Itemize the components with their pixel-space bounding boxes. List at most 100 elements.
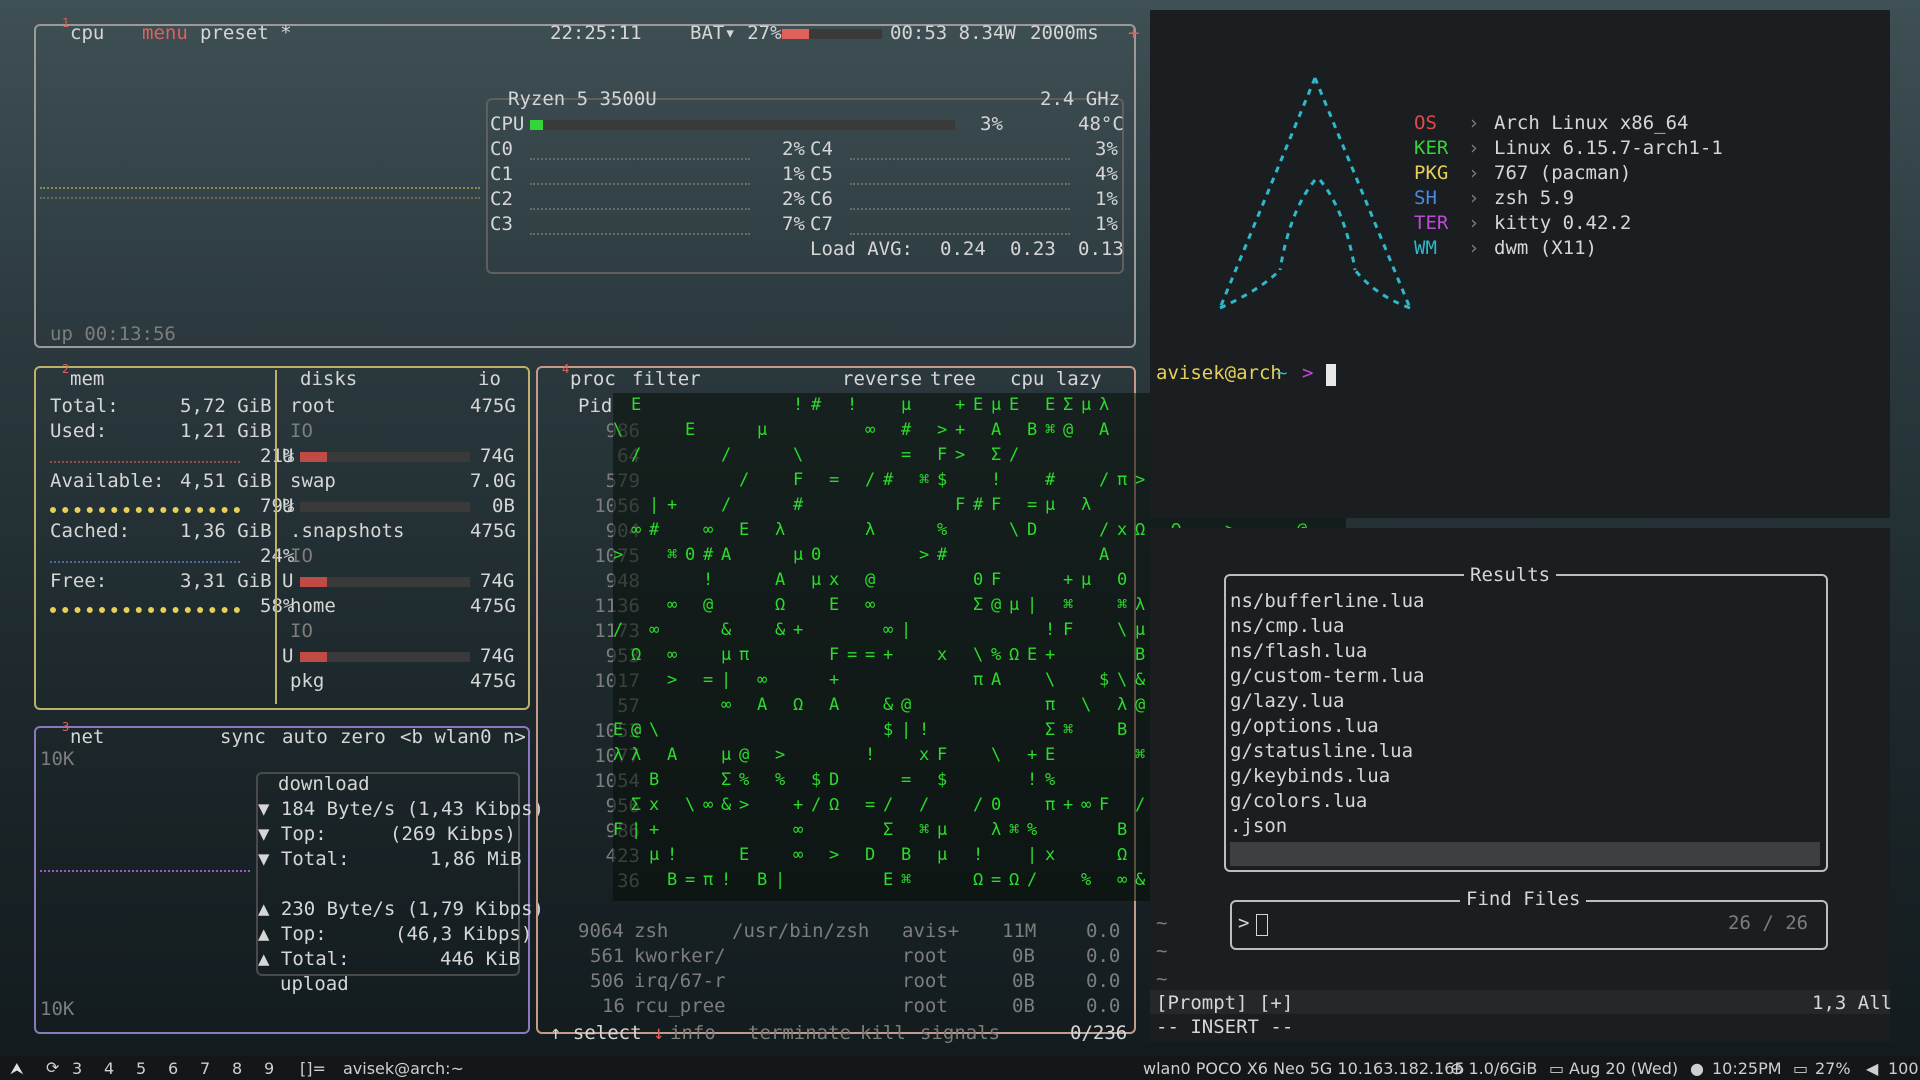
result-item[interactable]: g/colors.lua — [1230, 790, 1367, 812]
result-item[interactable]: g/lazy.lua — [1230, 690, 1344, 712]
arch-icon[interactable]: ⮝ — [10, 1059, 24, 1079]
cpu-total-pct: 3% — [980, 113, 1003, 135]
date[interactable]: Aug 20 (Wed) — [1569, 1059, 1678, 1078]
proc-row-name: kworker/ — [634, 945, 726, 967]
core-name: C0 — [490, 138, 513, 160]
matrix-column: # ∞ + & $ / Σ E — [883, 470, 894, 890]
disk-home-used: 74G — [480, 645, 515, 667]
proc-count: 0/236 — [1070, 1022, 1128, 1044]
fetch-sh-label: SH — [1414, 187, 1437, 209]
matrix-column: Σ @ + ⌘ F ⌘ + — [1063, 395, 1074, 815]
proc-tree-button[interactable]: tree — [930, 368, 976, 390]
upload-total-label: Total: — [280, 948, 350, 970]
net-auto-button[interactable]: auto — [282, 726, 328, 748]
result-item[interactable]: .json — [1230, 815, 1287, 837]
net-zero-button[interactable]: zero — [340, 726, 386, 748]
preset-button[interactable]: preset * — [200, 22, 292, 44]
result-item[interactable]: g/options.lua — [1230, 715, 1379, 737]
disks-title[interactable]: disks — [300, 368, 357, 390]
io-title[interactable]: io — [478, 368, 501, 390]
results-selection[interactable] — [1230, 842, 1820, 866]
net-title[interactable]: net — [70, 726, 104, 748]
matrix-column: E 0 \ = — [685, 420, 696, 890]
proc-kill-button[interactable]: kill — [860, 1022, 906, 1044]
result-item[interactable]: ns/bufferline.lua — [1230, 590, 1424, 612]
core-graph — [850, 206, 1070, 210]
uptime: up 00:13:56 — [50, 323, 176, 345]
tag-9[interactable]: 9 — [264, 1059, 274, 1078]
mem-avail-label: Available: — [50, 470, 165, 492]
interval-plus-button[interactable]: + — [1128, 22, 1139, 44]
wifi-status[interactable]: wlan0 POCO X6 Neo 5G 10.163.182.165 — [1143, 1059, 1465, 1078]
cpu-model: Ryzen 5 3500U — [508, 88, 657, 110]
tag-4[interactable]: 4 — [104, 1059, 114, 1078]
fetch-arrow: › — [1468, 112, 1480, 134]
nvim-terminal[interactable]: Results ns/bufferline.lua ns/cmp.lua ns/fl… — [1150, 528, 1892, 1042]
mem-total: 5,72 GiB — [180, 395, 272, 417]
matrix-column: μ ∞ A B — [757, 420, 768, 890]
proc-sort-selector[interactable]: cpu lazy — [1010, 368, 1102, 390]
matrix-column: | # ∞ \ B x + μ — [649, 495, 660, 865]
proc-select-hint[interactable]: ↑ select ↓ — [550, 1022, 664, 1044]
layout-indicator[interactable]: []= — [300, 1059, 326, 1078]
result-item[interactable]: g/statusline.lua — [1230, 740, 1413, 762]
find-files-title: Find Files — [1460, 888, 1587, 910]
result-item[interactable]: ns/cmp.lua — [1230, 615, 1344, 637]
download-total-label: Total: — [280, 848, 350, 870]
core-pct: 4% — [1095, 163, 1118, 185]
memory-status: ⊕ 1.0/6GiB — [1450, 1059, 1538, 1078]
tag-5[interactable]: 5 — [136, 1059, 146, 1078]
core-pct: 1% — [1095, 188, 1118, 210]
volume-status[interactable]: 100 — [1888, 1059, 1919, 1078]
mem-title[interactable]: mem — [70, 368, 104, 390]
fetch-terminal[interactable]: OS › Arch Linux x86_64 KER › Linux 6.15.… — [1150, 10, 1890, 518]
tag-7[interactable]: 7 — [200, 1059, 210, 1078]
load-1: 0.24 — [940, 238, 986, 260]
matrix-column: = x E F + A D Ω > — [829, 470, 840, 865]
result-item[interactable]: g/custom-term.lua — [1230, 665, 1424, 687]
time[interactable]: 10:25PM — [1712, 1059, 1782, 1078]
refresh-icon[interactable]: ⟳ — [46, 1058, 59, 1077]
interval[interactable]: 2000ms — [1030, 22, 1099, 44]
proc-row-name: rcu_pree — [634, 995, 726, 1017]
tag-3[interactable]: 3 — [72, 1059, 82, 1078]
net-sync-button[interactable]: sync — [220, 726, 266, 748]
find-input[interactable] — [1256, 914, 1268, 936]
tag-6[interactable]: 6 — [168, 1059, 178, 1078]
proc-terminate-button[interactable]: terminate — [748, 1022, 851, 1044]
status-left: [Prompt] [+] — [1156, 992, 1294, 1014]
matrix-column: ! = — [847, 395, 858, 665]
net-interface[interactable]: <b wlan0 n> — [400, 726, 526, 748]
disk-u-label: U — [282, 495, 294, 517]
proc-row-user: root — [902, 995, 948, 1017]
proc-filter-button[interactable]: filter — [632, 368, 701, 390]
core-graph — [850, 181, 1070, 185]
disk-swap-bar — [300, 502, 470, 512]
result-item[interactable]: ns/flash.lua — [1230, 640, 1367, 662]
proc-row[interactable]: 561 kworker/ root 0B 0.0 — [540, 945, 1130, 967]
tag-8[interactable]: 8 — [232, 1059, 242, 1078]
result-item[interactable]: g/keybinds.lua — [1230, 765, 1390, 787]
proc-title[interactable]: proc — [570, 368, 616, 390]
cpu-tab[interactable]: cpu — [70, 22, 104, 44]
disk-snapshots-size: 475G — [470, 520, 516, 542]
disk-snapshots-bar — [300, 577, 470, 587]
proc-row[interactable]: 506 irq/67-r root 0B 0.0 — [540, 970, 1130, 992]
dwm-bar: ⮝ ⟳ 3 4 5 6 7 8 9 []= avisek@arch:~ wlan0 POCO… — [0, 1056, 1920, 1080]
cpu-total-label: CPU — [490, 113, 525, 135]
proc-row[interactable]: 9064 zsh /usr/bin/zsh avis+ 11M 0.0 — [540, 920, 1130, 942]
proc-row[interactable]: 16 rcu_pree root 0B 0.0 — [540, 995, 1130, 1017]
proc-info-button[interactable]: info — [670, 1022, 716, 1044]
disk-home: home — [290, 595, 336, 617]
matrix-column: / / A & μ | ∞ μ Σ & ! — [721, 445, 732, 890]
menu-button[interactable]: menu — [142, 22, 188, 44]
disk-home-size: 475G — [470, 595, 516, 617]
matrix-column: E / ∞ Ω @ λ Σ | — [631, 395, 642, 840]
proc-reverse-button[interactable]: reverse — [842, 368, 922, 390]
matrix-column: \ > / E λ F — [613, 420, 624, 840]
disk-snapshots: .snapshots — [290, 520, 405, 542]
load-15: 0.13 — [1078, 238, 1124, 260]
proc-signals-button[interactable]: signals — [920, 1022, 1000, 1044]
proc-row-mem: 0B — [1012, 995, 1035, 1017]
volume-icon[interactable]: ◀ — [1866, 1059, 1878, 1078]
